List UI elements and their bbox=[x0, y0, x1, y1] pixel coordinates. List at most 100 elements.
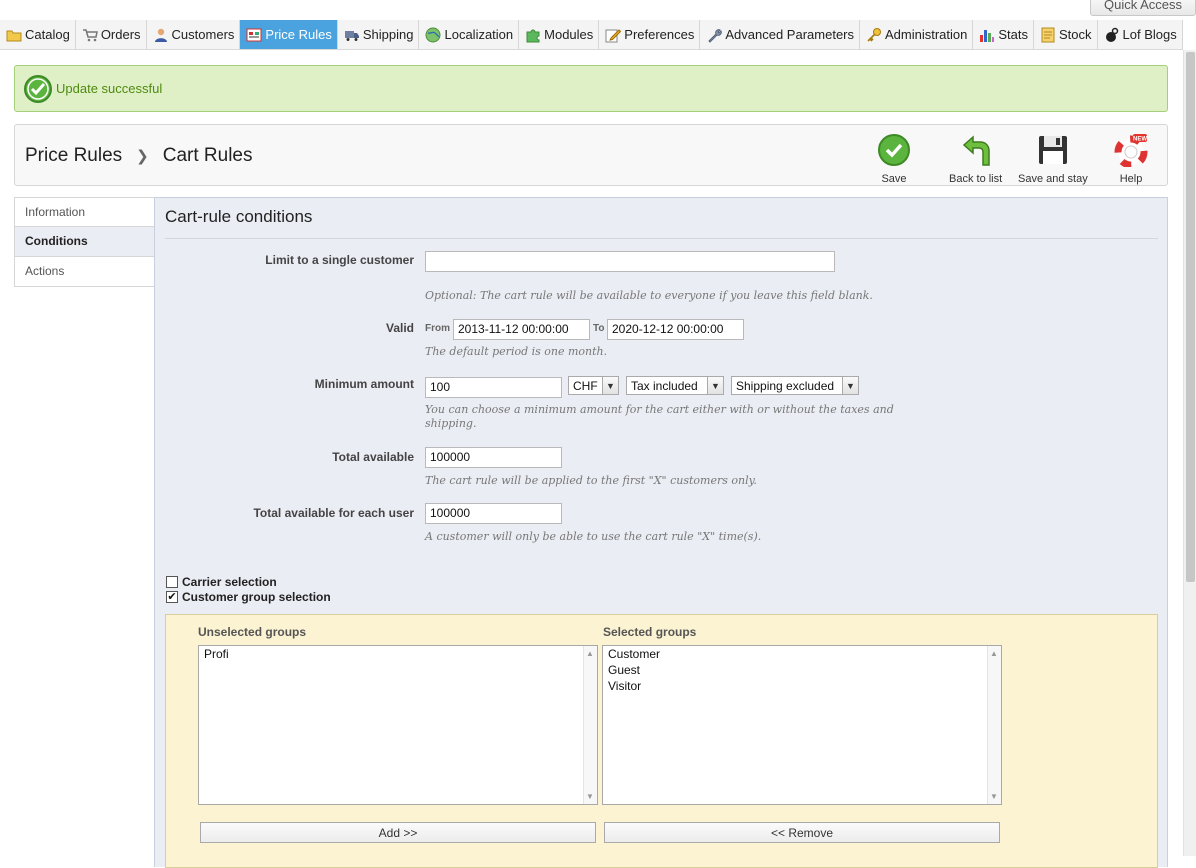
total-available-hint: The cart rule will be applied to the fir… bbox=[425, 474, 757, 487]
menu-label: Advanced Parameters bbox=[725, 27, 854, 42]
list-scrollbar[interactable]: ▲ ▼ bbox=[583, 646, 597, 804]
tab-information[interactable]: Information bbox=[14, 197, 155, 227]
scrollbar-thumb[interactable] bbox=[1186, 52, 1195, 582]
menu-localization[interactable]: Localization bbox=[419, 20, 520, 49]
conditions-panel: Cart-rule conditions Limit to a single c… bbox=[154, 197, 1168, 868]
top-menu: Catalog Orders Customers Price Rules Shi… bbox=[0, 20, 1183, 50]
breadcrumb-current: Cart Rules bbox=[162, 145, 253, 166]
user-icon bbox=[153, 27, 169, 43]
menu-price-rules[interactable]: Price Rules bbox=[240, 20, 338, 49]
tax-value: Tax included bbox=[631, 379, 698, 393]
currency-select[interactable]: CHF ▼ bbox=[568, 376, 619, 395]
list-scrollbar[interactable]: ▲ ▼ bbox=[987, 646, 1001, 804]
unselected-groups-title: Unselected groups bbox=[198, 625, 307, 639]
page-scrollbar[interactable] bbox=[1183, 50, 1196, 856]
menu-customers[interactable]: Customers bbox=[147, 20, 241, 49]
shipping-value: Shipping excluded bbox=[736, 379, 835, 393]
per-user-input[interactable]: 100000 bbox=[425, 503, 562, 524]
group-selection-row[interactable]: ✔ Customer group selection bbox=[166, 590, 331, 604]
to-label: To bbox=[593, 323, 605, 334]
remove-group-button[interactable]: << Remove bbox=[604, 822, 1000, 843]
save-label: Save bbox=[881, 173, 907, 185]
lifebuoy-icon: NEW bbox=[1114, 134, 1148, 167]
key-icon bbox=[866, 27, 882, 43]
save-button[interactable]: Save bbox=[877, 133, 911, 185]
per-user-label: Total available for each user bbox=[253, 506, 414, 520]
minimum-amount-label: Minimum amount bbox=[314, 377, 414, 391]
menu-label: Stock bbox=[1059, 27, 1092, 42]
back-to-list-button[interactable]: Back to list bbox=[949, 133, 1002, 185]
group-selection-label: Customer group selection bbox=[182, 590, 331, 604]
help-button[interactable]: NEW Help bbox=[1114, 133, 1148, 185]
chevron-down-icon: ▼ bbox=[586, 792, 594, 801]
breadcrumb: Price Rules ❯ Cart Rules bbox=[25, 145, 252, 167]
menu-modules[interactable]: Modules bbox=[519, 20, 600, 49]
selected-groups-title: Selected groups bbox=[603, 625, 697, 639]
currency-value: CHF bbox=[573, 379, 598, 393]
valid-from-input[interactable]: 2013-11-12 00:00:00 bbox=[453, 319, 590, 340]
list-item[interactable]: Visitor bbox=[603, 678, 1001, 694]
limit-customer-hint: Optional: The cart rule will be availabl… bbox=[425, 289, 873, 302]
quick-access-button[interactable]: Quick Access bbox=[1090, 0, 1196, 16]
group-selection-checkbox[interactable]: ✔ bbox=[166, 591, 178, 603]
back-arrow-icon bbox=[962, 135, 990, 166]
price-tag-icon bbox=[246, 27, 262, 43]
chevron-right-icon: ❯ bbox=[136, 148, 149, 165]
minimum-amount-hint: You can choose a minimum amount for the … bbox=[425, 403, 894, 416]
chevron-down-icon: ▼ bbox=[602, 377, 618, 394]
minimum-amount-input[interactable]: 100 bbox=[425, 377, 562, 398]
cart-icon bbox=[82, 27, 98, 43]
truck-icon bbox=[344, 27, 360, 43]
menu-label: Catalog bbox=[25, 27, 70, 42]
unselected-groups-list[interactable]: Profi ▲ ▼ bbox=[198, 645, 598, 805]
save-stay-label: Save and stay bbox=[1018, 173, 1088, 185]
menu-administration[interactable]: Administration bbox=[860, 20, 974, 49]
valid-to-input[interactable]: 2020-12-12 00:00:00 bbox=[607, 319, 744, 340]
list-item[interactable]: Customer bbox=[603, 646, 1001, 662]
limit-customer-input[interactable] bbox=[425, 251, 835, 272]
list-item[interactable]: Profi bbox=[199, 646, 597, 662]
menu-orders[interactable]: Orders bbox=[76, 20, 147, 49]
puzzle-icon bbox=[525, 27, 541, 43]
tab-conditions[interactable]: Conditions bbox=[14, 227, 155, 257]
globe-icon bbox=[425, 27, 441, 43]
selected-groups-list[interactable]: Customer Guest Visitor ▲ ▼ bbox=[602, 645, 1002, 805]
back-label: Back to list bbox=[949, 173, 1003, 185]
add-group-button[interactable]: Add >> bbox=[200, 822, 596, 843]
save-and-stay-button[interactable]: Save and stay bbox=[1018, 133, 1088, 185]
menu-shipping[interactable]: Shipping bbox=[338, 20, 420, 49]
menu-lof-blogs[interactable]: Lof Blogs bbox=[1098, 20, 1183, 49]
blog-icon bbox=[1104, 27, 1120, 43]
menu-label: Administration bbox=[885, 27, 968, 42]
menu-label: Customers bbox=[171, 27, 235, 42]
menu-stats[interactable]: Stats bbox=[973, 20, 1034, 49]
carrier-selection-row[interactable]: Carrier selection bbox=[166, 575, 277, 589]
total-available-label: Total available bbox=[332, 450, 414, 464]
menu-preferences[interactable]: Preferences bbox=[599, 20, 701, 49]
menu-stock[interactable]: Stock bbox=[1034, 20, 1098, 49]
menu-label: Localization bbox=[444, 27, 514, 42]
menu-advanced-parameters[interactable]: Advanced Parameters bbox=[700, 20, 860, 49]
shipping-select[interactable]: Shipping excluded ▼ bbox=[731, 376, 859, 395]
help-label: Help bbox=[1119, 173, 1143, 185]
success-message: Update successful bbox=[56, 81, 163, 96]
floppy-disk-icon bbox=[1038, 136, 1067, 164]
wrench-icon bbox=[706, 27, 723, 43]
menu-label: Modules bbox=[544, 27, 594, 42]
list-item[interactable]: Guest bbox=[603, 662, 1001, 678]
chevron-up-icon: ▲ bbox=[990, 649, 998, 658]
tab-actions[interactable]: Actions bbox=[14, 257, 155, 287]
menu-label: Lof Blogs bbox=[1122, 27, 1177, 42]
breadcrumb-parent[interactable]: Price Rules bbox=[25, 145, 122, 167]
menu-catalog[interactable]: Catalog bbox=[0, 20, 76, 49]
total-available-input[interactable]: 100000 bbox=[425, 447, 562, 468]
folder-icon bbox=[6, 27, 22, 43]
limit-customer-label: Limit to a single customer bbox=[265, 253, 414, 267]
per-user-hint: A customer will only be able to use the … bbox=[425, 530, 762, 543]
carrier-selection-checkbox[interactable] bbox=[166, 576, 178, 588]
save-check-icon bbox=[878, 134, 910, 166]
tax-select[interactable]: Tax included ▼ bbox=[626, 376, 724, 395]
svg-text:NEW: NEW bbox=[1133, 137, 1147, 143]
valid-hint: The default period is one month. bbox=[425, 345, 608, 358]
pencil-paper-icon bbox=[605, 27, 622, 43]
